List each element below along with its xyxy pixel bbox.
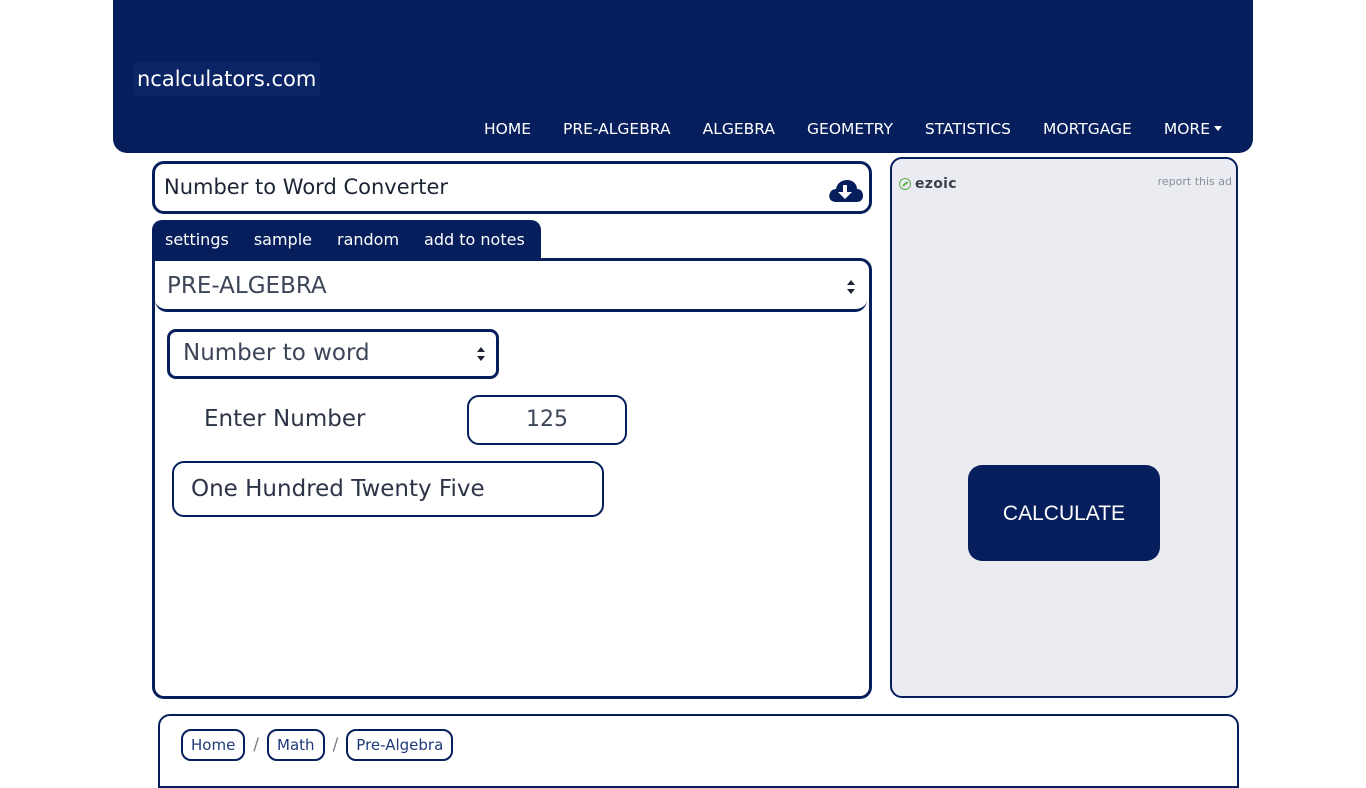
main-nav: HOME PRE-ALGEBRA ALGEBRA GEOMETRY STATIS… bbox=[452, 118, 1222, 140]
nav-algebra[interactable]: ALGEBRA bbox=[703, 118, 775, 140]
nav-statistics[interactable]: STATISTICS bbox=[925, 118, 1011, 140]
breadcrumb-separator: / bbox=[253, 735, 260, 755]
page-title: Number to Word Converter bbox=[164, 175, 449, 199]
ezoic-label: ezoic bbox=[915, 176, 957, 192]
calculator-panel: PRE-ALGEBRA Number to word Enter Number … bbox=[152, 258, 872, 699]
select-arrows-icon bbox=[847, 280, 855, 294]
calculator-title-box: Number to Word Converter bbox=[152, 161, 872, 214]
breadcrumb-pre-algebra[interactable]: Pre-Algebra bbox=[346, 729, 454, 761]
tab-sample[interactable]: sample bbox=[254, 221, 312, 259]
ad-panel: ezoic report this ad CALCULATE bbox=[890, 157, 1238, 698]
result-text: One Hundred Twenty Five bbox=[191, 476, 485, 502]
breadcrumb-home[interactable]: Home bbox=[181, 729, 246, 761]
nav-geometry[interactable]: GEOMETRY bbox=[807, 118, 893, 140]
category-select-value: PRE-ALGEBRA bbox=[167, 273, 327, 299]
calculator-tabs: settings sample random add to notes bbox=[152, 220, 541, 260]
ezoic-badge[interactable]: ezoic bbox=[899, 176, 957, 192]
site-logo[interactable]: ncalculators.com bbox=[133, 62, 321, 96]
breadcrumb-separator: / bbox=[332, 735, 339, 755]
nav-more-dropdown[interactable]: MORE bbox=[1164, 118, 1222, 140]
nav-mortgage[interactable]: MORTGAGE bbox=[1043, 118, 1132, 140]
mode-select[interactable]: Number to word bbox=[167, 329, 499, 379]
cloud-download-icon[interactable] bbox=[827, 178, 863, 204]
result-field[interactable]: One Hundred Twenty Five bbox=[172, 461, 604, 517]
site-header: ncalculators.com HOME PRE-ALGEBRA ALGEBR… bbox=[113, 0, 1253, 153]
breadcrumb-box: Home / Math / Pre-Algebra bbox=[158, 714, 1239, 788]
enter-number-label: Enter Number bbox=[204, 406, 366, 432]
category-select[interactable]: PRE-ALGEBRA bbox=[155, 261, 867, 312]
ezoic-logo-icon bbox=[899, 178, 911, 190]
number-input[interactable]: 125 bbox=[467, 395, 627, 445]
nav-home[interactable]: HOME bbox=[484, 118, 531, 140]
tab-add-to-notes[interactable]: add to notes bbox=[424, 221, 525, 259]
select-arrows-icon bbox=[477, 347, 485, 361]
tab-random[interactable]: random bbox=[337, 221, 399, 259]
breadcrumb: Home / Math / Pre-Algebra bbox=[181, 729, 454, 761]
nav-pre-algebra[interactable]: PRE-ALGEBRA bbox=[563, 118, 671, 140]
mode-select-value: Number to word bbox=[183, 340, 370, 366]
calculate-button[interactable]: CALCULATE bbox=[968, 465, 1160, 561]
breadcrumb-math[interactable]: Math bbox=[267, 729, 325, 761]
tab-settings[interactable]: settings bbox=[165, 221, 229, 259]
report-ad-link[interactable]: report this ad bbox=[1158, 175, 1232, 188]
